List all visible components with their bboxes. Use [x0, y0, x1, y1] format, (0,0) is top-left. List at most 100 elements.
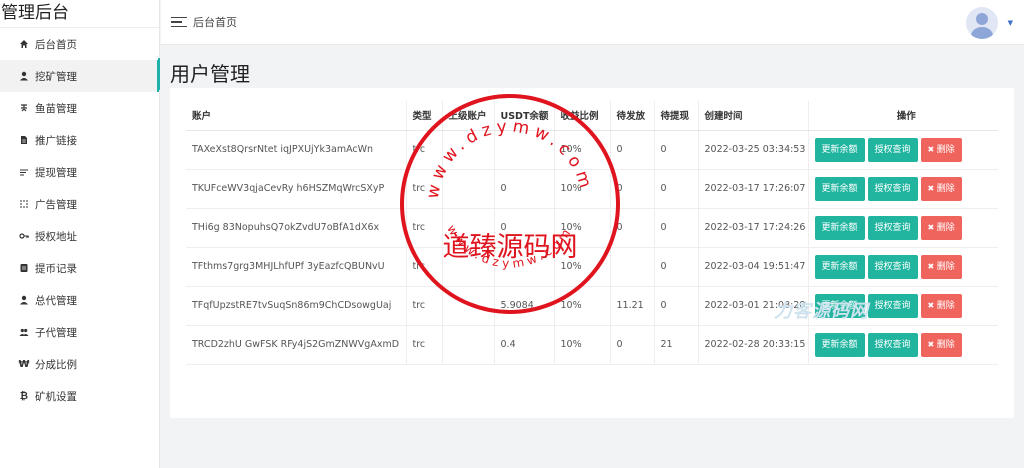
cell-withdraw: 0: [654, 286, 699, 326]
refresh-balance-button[interactable]: 更新余额: [814, 215, 865, 240]
cell-withdraw: 0: [654, 130, 699, 170]
sidebar-item-11[interactable]: ₩ 分成比例: [0, 348, 159, 380]
sidebar-nav: 后台首页挖矿管理鱼苗管理推广链接提现管理广告管理 授权地址提币记录总代管理子代管理…: [0, 28, 159, 412]
refresh-balance-button[interactable]: 更新余额: [814, 332, 865, 357]
auth-query-button[interactable]: 授权查询: [867, 176, 918, 201]
sidebar-item-label: 矿机设置: [35, 390, 77, 403]
cell-account: TAXeXst8QrsrNtet iqJPXUjYk3amAcWn: [186, 130, 407, 170]
column-header: 待提现: [654, 101, 699, 131]
cell-account: TRCD2zhU GwFSK RFy4jS2GmZNWVgAxmD: [186, 325, 407, 365]
cell-withdraw: 0: [654, 247, 699, 287]
cell-actions: 更新余额授权查询删除: [808, 247, 998, 287]
cell-type: trc: [406, 169, 443, 209]
file-icon: [14, 135, 34, 145]
cell-actions: 更新余额授权查询删除: [808, 208, 998, 248]
auth-query-button[interactable]: 授权查询: [867, 293, 918, 318]
delete-button[interactable]: 删除: [920, 176, 962, 201]
cell-type: trc: [406, 208, 443, 248]
table-body: TAXeXst8QrsrNtet iqJPXUjYk3amAcWn trc 10% 0…: [186, 130, 998, 365]
cell-ratio: 10%: [554, 286, 611, 326]
top-bar: 后台首页 ▼: [161, 0, 1024, 45]
breadcrumb[interactable]: 后台首页: [193, 14, 237, 30]
sidebar-item-7[interactable]: 授权地址: [0, 220, 159, 252]
sidebar-item-label: 挖矿管理: [35, 70, 77, 83]
cell-created: 2022-03-04 19:51:47: [698, 247, 809, 287]
delete-button[interactable]: 删除: [920, 332, 962, 357]
fish-icon: [14, 103, 34, 113]
delete-button[interactable]: 删除: [920, 254, 962, 279]
menu-toggle-icon[interactable]: [171, 16, 187, 28]
cell-pending: 0: [610, 208, 655, 248]
watermark-logo: 力客源码网: [774, 301, 869, 322]
sidebar-item-9[interactable]: 总代管理: [0, 284, 159, 316]
sidebar-item-5[interactable]: 提现管理: [0, 156, 159, 188]
cell-parent: [442, 247, 495, 287]
cell-withdraw: 0: [654, 169, 699, 209]
cell-ratio: 10%: [554, 169, 611, 209]
sidebar-item-4[interactable]: 推广链接: [0, 124, 159, 156]
avatar[interactable]: [966, 7, 998, 39]
delete-button[interactable]: 删除: [920, 137, 962, 162]
bitcoin-icon: ₿: [19, 390, 29, 402]
page-title: 用户管理: [170, 62, 250, 86]
delete-button[interactable]: 删除: [920, 215, 962, 240]
column-header: 操作: [808, 101, 998, 131]
cell-usdt: 0: [494, 208, 555, 248]
cell-pending: 0: [610, 169, 655, 209]
sidebar-item-label: 提币记录: [35, 262, 77, 275]
column-header: 类型: [406, 101, 443, 131]
sidebar-item-label: 提现管理: [35, 166, 77, 179]
cell-type: trc: [406, 247, 443, 287]
table-row: TFthms7grg3MHJLhfUPf 3yEazfcQBUNvU trc 10%…: [186, 247, 998, 287]
cell-pending: [610, 247, 655, 287]
sidebar-item-2[interactable]: 挖矿管理: [0, 60, 159, 92]
sidebar-item-label: 总代管理: [35, 294, 77, 307]
auth-query-button[interactable]: 授权查询: [867, 137, 918, 162]
sidebar-item-3[interactable]: 鱼苗管理: [0, 92, 159, 124]
cell-type: trc: [406, 325, 443, 365]
refresh-balance-button[interactable]: 更新余额: [814, 176, 865, 201]
sidebar-item-10[interactable]: 子代管理: [0, 316, 159, 348]
cell-actions: 更新余额授权查询删除: [808, 325, 998, 365]
table-row: TFqfUpzstRE7tvSuqSn86m9ChCDsowgUaj trc 5.9…: [186, 286, 998, 326]
cell-type: trc: [406, 130, 443, 170]
record-icon: [14, 263, 34, 273]
sidebar-item-label: 鱼苗管理: [35, 102, 77, 115]
auth-query-button[interactable]: 授权查询: [867, 254, 918, 279]
users-icon: [14, 327, 34, 337]
sidebar-item-label: 推广链接: [35, 134, 77, 147]
sidebar-item-12[interactable]: ₿ 矿机设置: [0, 380, 159, 412]
delete-button[interactable]: 删除: [920, 293, 962, 318]
cell-pending: 0: [610, 325, 655, 365]
cell-parent: [442, 286, 495, 326]
auth-query-button[interactable]: 授权查询: [867, 332, 918, 357]
auth-query-button[interactable]: 授权查询: [867, 215, 918, 240]
refresh-balance-button[interactable]: 更新余额: [814, 254, 865, 279]
sidebar-item-1[interactable]: 后台首页: [0, 28, 159, 60]
content-panel: 账户 类型 上级账户 USDT余额 收益比例 待发放 待提现 创建时间 操作 TAXeXst8Q…: [170, 88, 1014, 418]
cell-usdt: [494, 130, 555, 170]
cell-usdt: 5.9084: [494, 286, 555, 326]
table-row: THi6g 83NopuhsQ7okZvdU7oBfA1dX6x trc 0 10% 0…: [186, 208, 998, 248]
table-row: TKUFceWV3qjaCevRy h6HSZMqWrcSXyP trc 0 10% 0…: [186, 169, 998, 209]
cell-pending: 11.21: [610, 286, 655, 326]
key-icon: [14, 231, 34, 241]
column-header: USDT余额: [494, 101, 555, 131]
cell-usdt: 0.4: [494, 325, 555, 365]
cell-withdraw: 21: [654, 325, 699, 365]
cell-account: THi6g 83NopuhsQ7okZvdU7oBfA1dX6x: [186, 208, 407, 248]
chevron-down-icon[interactable]: ▼: [1008, 19, 1013, 27]
sidebar-item-8[interactable]: 提币记录: [0, 252, 159, 284]
active-indicator: [158, 58, 160, 90]
won-icon: ₩: [18, 358, 30, 370]
refresh-balance-button[interactable]: 更新余额: [814, 137, 865, 162]
cell-ratio: 10%: [554, 247, 611, 287]
user-icon: [14, 71, 34, 81]
sidebar-item-6[interactable]: 广告管理: [0, 188, 159, 220]
list-icon: [14, 167, 34, 177]
user-icon: [14, 295, 34, 305]
sidebar-item-label: 后台首页: [35, 38, 77, 51]
cell-account: TKUFceWV3qjaCevRy h6HSZMqWrcSXyP: [186, 169, 407, 209]
table-row: TAXeXst8QrsrNtet iqJPXUjYk3amAcWn trc 10% 0…: [186, 130, 998, 170]
sidebar-item-label: 子代管理: [35, 326, 77, 339]
